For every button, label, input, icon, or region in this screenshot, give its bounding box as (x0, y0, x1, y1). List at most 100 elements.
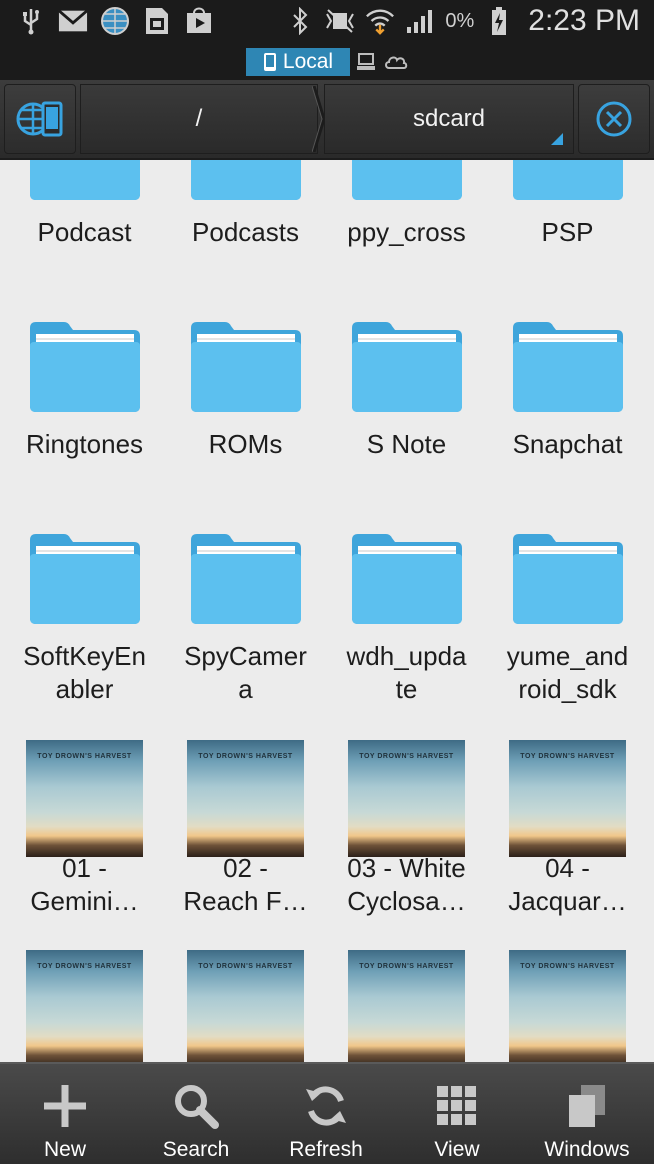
folder-item[interactable]: Podcast (4, 160, 165, 270)
wifi-icon (365, 6, 395, 36)
folder-item[interactable]: yume_and roid_sdk (487, 494, 648, 704)
close-path-button[interactable] (578, 84, 650, 154)
item-label: yume_and roid_sdk (506, 641, 629, 704)
search-button[interactable]: Search (131, 1064, 261, 1164)
folder-icon (513, 316, 623, 412)
folder-item[interactable]: ROMs (165, 282, 326, 482)
new-label: New (43, 1138, 86, 1161)
refresh-icon (302, 1082, 350, 1130)
album-art-title: TOY DROWN'S HARVEST (37, 753, 132, 760)
folder-item[interactable]: PSP (487, 160, 648, 270)
folder-item[interactable]: Ringtones (4, 282, 165, 482)
item-label: PSP (541, 217, 594, 247)
audio-file-item[interactable]: TOY DROWN'S HARVEST (4, 916, 165, 1062)
phone-icon (263, 53, 276, 71)
item-label: 01 - Gemini… (30, 853, 139, 916)
folder-icon (513, 528, 623, 624)
path-root-label: / (195, 105, 203, 132)
album-art-thumbnail: TOY DROWN'S HARVEST (509, 950, 626, 1062)
folder-icon (352, 528, 462, 624)
item-label: SoftKeyEn abler (23, 641, 146, 704)
audio-file-item[interactable]: TOY DROWN'S HARVEST (165, 916, 326, 1062)
item-label: Podcast (37, 217, 132, 247)
item-label: Ringtones (25, 429, 144, 459)
gmail-icon (58, 6, 88, 36)
item-label: Podcasts (192, 217, 299, 247)
folder-icon (513, 160, 623, 200)
refresh-label: Refresh (289, 1138, 363, 1161)
album-art-thumbnail: TOY DROWN'S HARVEST (348, 950, 465, 1062)
folder-item[interactable]: wdh_upda te (326, 494, 487, 704)
clock: 2:23 PM (528, 4, 640, 37)
folder-item[interactable]: Podcasts (165, 160, 326, 270)
path-bar: / sdcard (0, 80, 654, 160)
path-root-segment[interactable]: / (80, 84, 318, 154)
globe-icon (100, 6, 130, 36)
new-button[interactable]: New (0, 1064, 130, 1164)
album-art-title: TOY DROWN'S HARVEST (198, 963, 293, 970)
audio-file-item[interactable]: TOY DROWN'S HARVEST (326, 916, 487, 1062)
battery-percent: 0% (445, 9, 475, 32)
windows-button[interactable]: Windows (522, 1064, 652, 1164)
audio-file-item[interactable]: TOY DROWN'S HARVEST 04 - Jacquar… (487, 706, 648, 916)
audio-file-item[interactable]: TOY DROWN'S HARVEST 01 - Gemini… (4, 706, 165, 916)
folder-icon (191, 160, 301, 200)
usb-icon (16, 6, 46, 36)
folder-icon (30, 528, 140, 624)
album-art-thumbnail: TOY DROWN'S HARVEST (187, 950, 304, 1062)
folder-icon (30, 160, 140, 200)
search-icon (172, 1082, 220, 1130)
folder-item[interactable]: SpyCamer a (165, 494, 326, 704)
view-button[interactable]: View (392, 1064, 522, 1164)
folder-icon (191, 528, 301, 624)
item-label: wdh_upda te (346, 641, 467, 704)
audio-file-item[interactable]: TOY DROWN'S HARVEST 03 - White Cyclosa… (326, 706, 487, 916)
storage-icon (142, 6, 172, 36)
folder-item[interactable]: S Note (326, 282, 487, 482)
album-art-thumbnail: TOY DROWN'S HARVEST (26, 950, 143, 1062)
item-label: 02 - Reach F… (183, 853, 308, 916)
bottom-toolbar: New Search Refresh View Windows (0, 1062, 654, 1164)
folder-item[interactable]: SoftKeyEn abler (4, 494, 165, 704)
windows-icon (563, 1082, 611, 1130)
battery-charging-icon (484, 6, 514, 36)
folder-item[interactable]: ppy_cross (326, 160, 487, 270)
bluetooth-icon (285, 6, 315, 36)
item-label: 04 - Jacquar… (508, 853, 627, 916)
folder-icon (191, 316, 301, 412)
view-label: View (434, 1138, 480, 1161)
audio-file-item[interactable]: TOY DROWN'S HARVEST 02 - Reach F… (165, 706, 326, 916)
refresh-button[interactable]: Refresh (261, 1064, 391, 1164)
album-art-title: TOY DROWN'S HARVEST (198, 753, 293, 760)
cloud-icon[interactable] (384, 52, 408, 72)
location-strip: Local (0, 48, 654, 80)
network-toggle-button[interactable] (4, 84, 76, 154)
item-label: ppy_cross (347, 217, 466, 247)
location-local-tab[interactable]: Local (246, 48, 350, 76)
album-art-title: TOY DROWN'S HARVEST (37, 963, 132, 970)
silent-icon (325, 6, 355, 36)
computer-icon[interactable] (356, 52, 376, 72)
item-label: S Note (366, 429, 447, 459)
folder-icon (30, 316, 140, 412)
album-art-title: TOY DROWN'S HARVEST (520, 963, 615, 970)
album-art-thumbnail: TOY DROWN'S HARVEST (26, 740, 143, 857)
globe-device-icon (16, 101, 63, 137)
folder-icon (352, 160, 462, 200)
location-local-label: Local (282, 50, 334, 73)
file-grid: Podcast Podcasts ppy_cross PSP Ringtones ROMs… (0, 160, 654, 1062)
album-art-title: TOY DROWN'S HARVEST (359, 753, 454, 760)
path-current-label: sdcard (412, 105, 486, 132)
windows-label: Windows (544, 1138, 630, 1161)
grid-view-icon (433, 1082, 481, 1130)
album-art-thumbnail: TOY DROWN'S HARVEST (348, 740, 465, 857)
path-current-segment[interactable]: sdcard (324, 84, 574, 154)
album-art-thumbnail: TOY DROWN'S HARVEST (187, 740, 304, 857)
album-art-title: TOY DROWN'S HARVEST (520, 753, 615, 760)
audio-file-item[interactable]: TOY DROWN'S HARVEST (487, 916, 648, 1062)
item-label: 03 - White Cyclosa… (347, 853, 466, 916)
signal-icon (405, 6, 435, 36)
item-label: SpyCamer a (184, 641, 307, 704)
folder-item[interactable]: Snapchat (487, 282, 648, 482)
item-label: Snapchat (512, 429, 623, 459)
